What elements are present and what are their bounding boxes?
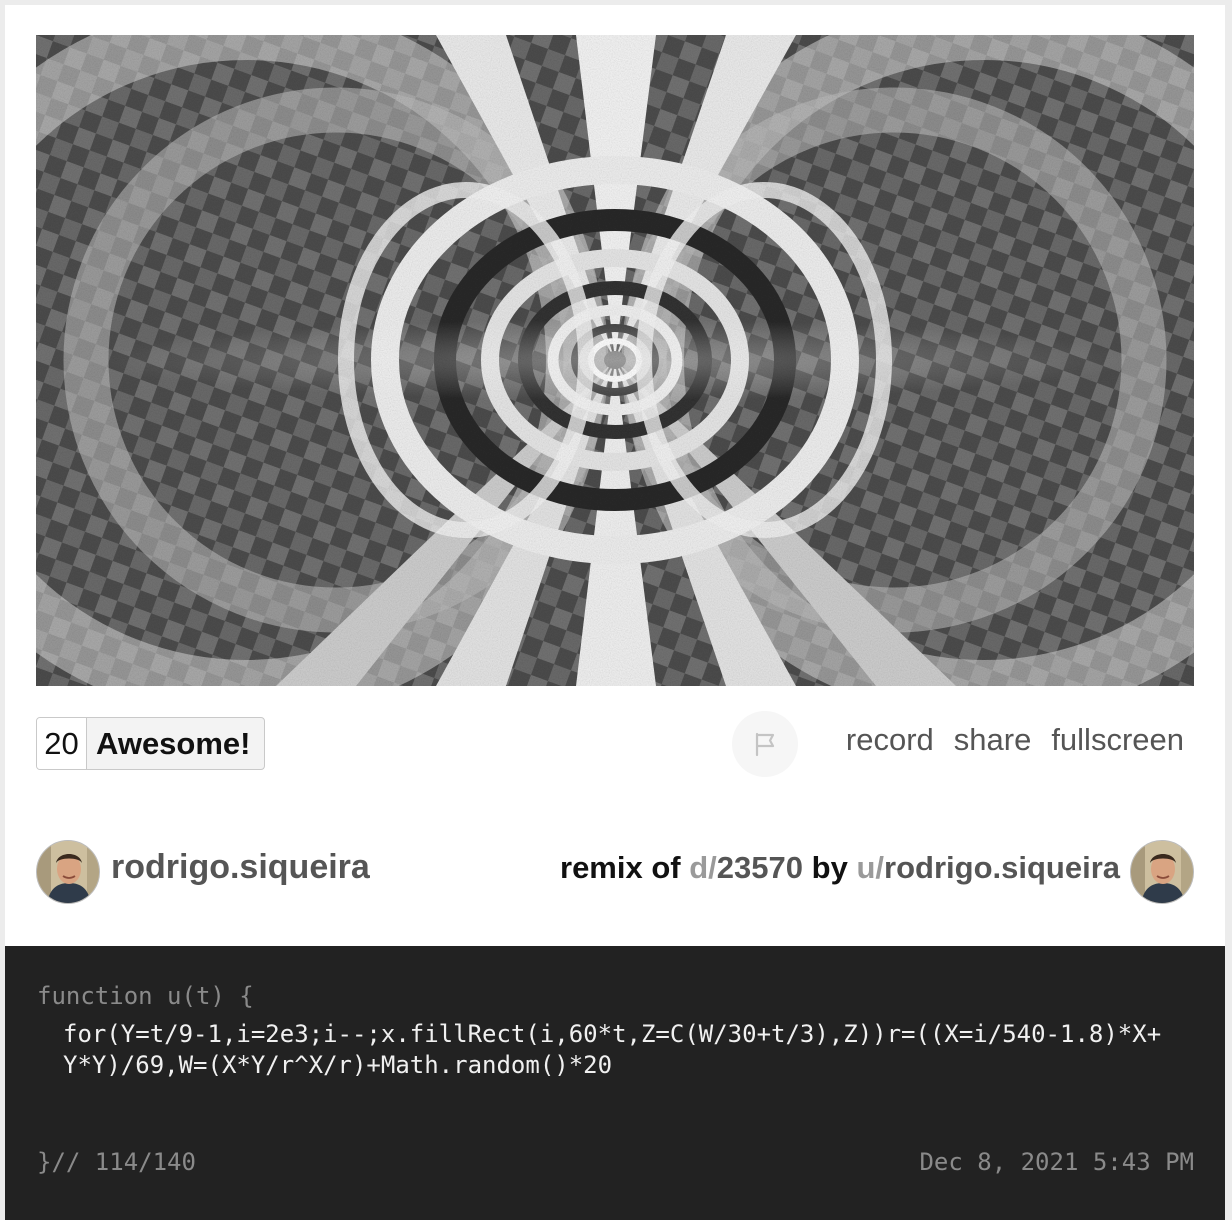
awesome-count: 20 — [37, 718, 87, 769]
fullscreen-link[interactable]: fullscreen — [1051, 722, 1184, 758]
artwork-graphic — [36, 35, 1194, 686]
dweet-canvas[interactable] — [36, 35, 1194, 686]
code-panel: function u(t) { for(Y=t/9-1,i=2e3;i--;x.… — [5, 946, 1225, 1220]
remix-author-avatar[interactable] — [1130, 840, 1194, 904]
remix-prefix: remix of — [560, 850, 681, 885]
posted-date[interactable]: Dec 8, 2021 5:43 PM — [919, 1148, 1194, 1176]
remix-info: remix of d/23570 by u/rodrigo.siqueira — [560, 850, 1120, 886]
dweet-actions: record share fullscreen — [846, 722, 1184, 758]
record-link[interactable]: record — [846, 722, 934, 758]
awesome-label: Awesome! — [96, 725, 251, 761]
author-avatar[interactable] — [36, 840, 100, 904]
share-link[interactable]: share — [954, 722, 1032, 758]
code-editor[interactable]: for(Y=t/9-1,i=2e3;i--;x.fillRect(i,60*t,… — [63, 1019, 1173, 1081]
code-footer-char-count: }// 114/140 — [37, 1148, 196, 1176]
awesome-button[interactable]: 20 Awesome! — [36, 717, 265, 770]
avatar-photo-icon — [1131, 841, 1193, 903]
remix-by: by — [811, 850, 848, 885]
remix-user-link[interactable]: u/rodrigo.siqueira — [856, 850, 1120, 885]
report-button[interactable] — [732, 711, 798, 777]
flag-icon — [755, 732, 775, 757]
author-name-link[interactable]: rodrigo.siqueira — [111, 848, 370, 887]
code-header: function u(t) { — [37, 982, 254, 1010]
dweet-card: 20 Awesome! record share fullscreen rodr… — [5, 5, 1225, 1220]
avatar-photo-icon — [37, 841, 99, 903]
remix-source-link[interactable]: d/23570 — [689, 850, 803, 885]
